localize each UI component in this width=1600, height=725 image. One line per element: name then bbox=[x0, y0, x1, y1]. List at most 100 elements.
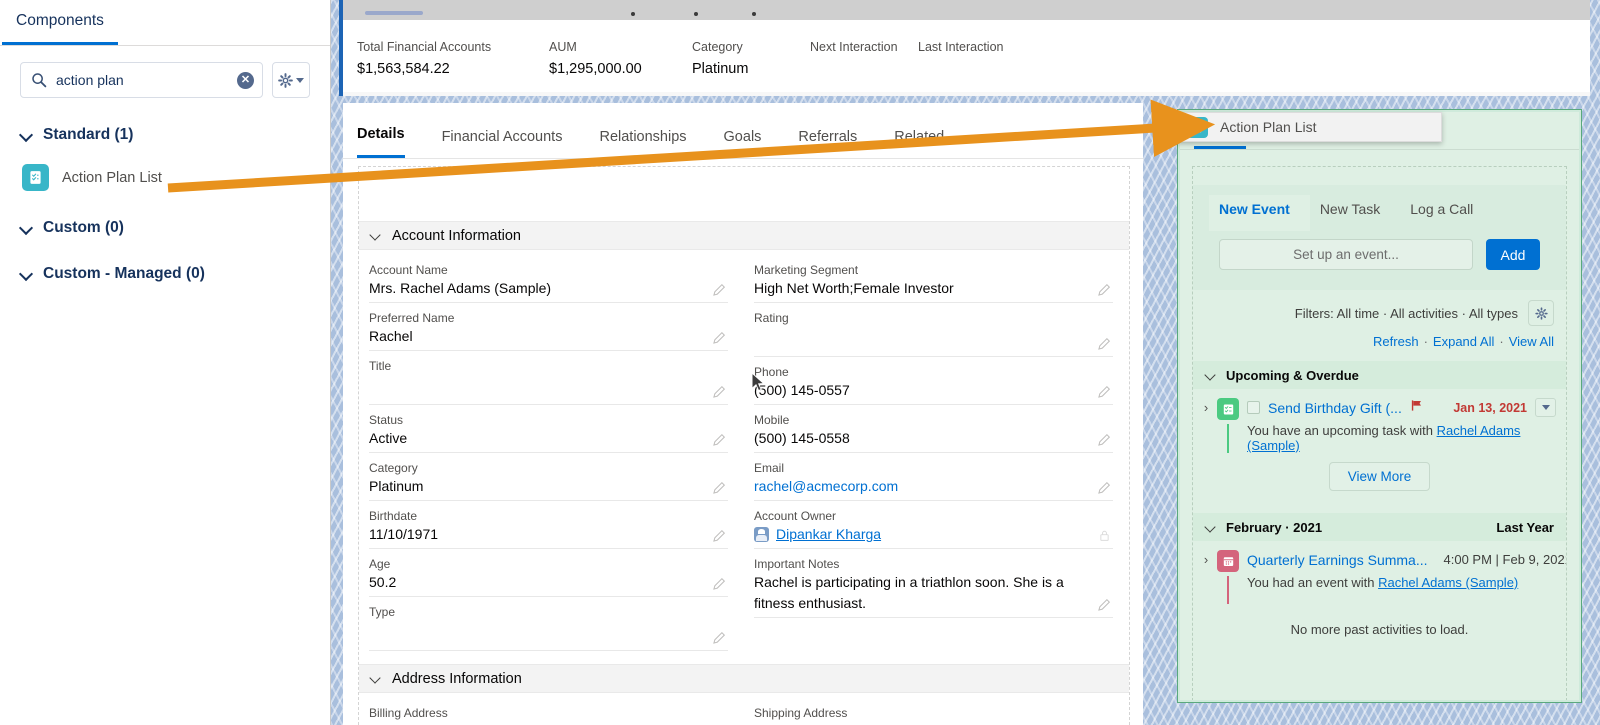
field-important-notes[interactable]: Important Notes Rachel is participating i… bbox=[754, 556, 1113, 618]
field-account-name[interactable]: Account Name Mrs. Rachel Adams (Sample) bbox=[369, 262, 728, 303]
section-header-1[interactable]: Custom (0) bbox=[20, 219, 310, 237]
chevron-down-icon bbox=[1205, 370, 1216, 381]
record-tab-related[interactable]: Related bbox=[894, 129, 944, 158]
view-more-button[interactable]: View More bbox=[1328, 462, 1431, 491]
field-preferred-name[interactable]: Preferred Name Rachel bbox=[369, 310, 728, 351]
edit-pencil-icon[interactable] bbox=[713, 385, 726, 398]
composer-tab-new-event[interactable]: New Event bbox=[1209, 195, 1310, 231]
activity-item-menu[interactable] bbox=[1535, 398, 1556, 417]
field-billing-address[interactable]: Billing Address San Francisco, CA 94103 bbox=[369, 705, 728, 725]
record-tab-financial-accounts[interactable]: Financial Accounts bbox=[442, 129, 563, 158]
activity-link-view-all[interactable]: View All bbox=[1509, 334, 1554, 349]
flag-icon bbox=[1410, 399, 1423, 417]
field-label: Preferred Name bbox=[369, 311, 455, 325]
edit-pencil-icon[interactable] bbox=[713, 331, 726, 344]
activity-item-title[interactable]: Send Birthday Gift (... bbox=[1268, 400, 1402, 416]
field-age[interactable]: Age 50.2 bbox=[369, 556, 728, 597]
activity-drop-zone[interactable]: ActivityChatter New EventNew TaskLog a C… bbox=[1177, 109, 1582, 703]
highlight-field-4: Last Interaction bbox=[918, 40, 1038, 92]
field-status[interactable]: Status Active bbox=[369, 412, 728, 453]
field-value[interactable]: San Francisco, CA 94103 bbox=[369, 721, 728, 725]
section-header-2[interactable]: Custom - Managed (0) bbox=[20, 265, 310, 283]
field-value: (500) 145-0557 bbox=[754, 382, 850, 398]
drag-ghost-label: Action Plan List bbox=[1220, 119, 1317, 135]
record-tab-goals[interactable]: Goals bbox=[724, 129, 762, 158]
field-marketing-segment[interactable]: Marketing Segment High Net Worth;Female I… bbox=[754, 262, 1113, 303]
activity-groups: Upcoming & Overdue › Send Birthday Gift (.… bbox=[1193, 361, 1566, 637]
edit-pencil-icon[interactable] bbox=[1098, 433, 1111, 446]
chevron-down-icon bbox=[1541, 405, 1550, 410]
components-settings-button[interactable] bbox=[272, 62, 310, 98]
highlights-top-strip bbox=[343, 0, 1590, 20]
section-header-account-information[interactable]: Account Information bbox=[359, 221, 1129, 250]
highlight-value: $1,295,000.00 bbox=[549, 61, 642, 77]
edit-pencil-icon[interactable] bbox=[713, 283, 726, 296]
section-header-0[interactable]: Standard (1) bbox=[20, 126, 310, 144]
event-input[interactable]: Set up an event... bbox=[1219, 239, 1473, 270]
field-rating[interactable]: Rating bbox=[754, 310, 1113, 357]
record-tab-details[interactable]: Details bbox=[357, 126, 405, 158]
edit-pencil-icon[interactable] bbox=[1098, 283, 1111, 296]
field-type[interactable]: Type bbox=[369, 604, 728, 651]
edit-pencil-icon[interactable] bbox=[713, 481, 726, 494]
field-phone[interactable]: Phone (500) 145-0557 bbox=[754, 364, 1113, 405]
field-title[interactable]: Title bbox=[369, 358, 728, 405]
highlight-field-3: Next Interaction bbox=[810, 40, 918, 92]
field-label: Shipping Address bbox=[754, 706, 848, 720]
activity-icon-column bbox=[1213, 398, 1243, 453]
activity-filter-button[interactable] bbox=[1528, 300, 1554, 326]
add-event-button[interactable]: Add bbox=[1486, 239, 1540, 270]
component-item-0[interactable]: Action Plan List bbox=[22, 164, 310, 191]
activity-group-header-1[interactable]: February · 2021 Last Year bbox=[1193, 513, 1566, 541]
highlight-label: Total Financial Accounts bbox=[357, 40, 492, 54]
composer-tab-log-a-call[interactable]: Log a Call bbox=[1400, 195, 1493, 231]
field-mobile[interactable]: Mobile (500) 145-0558 bbox=[754, 412, 1113, 453]
field-birthdate[interactable]: Birthdate 11/10/1971 bbox=[369, 508, 728, 549]
field-email[interactable]: Email rachel@acmecorp.com bbox=[754, 460, 1113, 501]
activity-link-expand-all[interactable]: Expand All bbox=[1433, 334, 1494, 349]
field-account-owner[interactable]: Account Owner Dipankar Kharga bbox=[754, 508, 1113, 549]
record-tab-referrals[interactable]: Referrals bbox=[798, 129, 857, 158]
activity-checkbox[interactable] bbox=[1247, 401, 1260, 414]
edit-pencil-icon[interactable] bbox=[1098, 481, 1111, 494]
activity-link-refresh[interactable]: Refresh bbox=[1373, 334, 1419, 349]
field-shipping-address[interactable]: Shipping Address San Francisco, CA 94108 bbox=[754, 705, 1113, 725]
field-value: Platinum bbox=[369, 478, 424, 494]
activity-footer-text: No more past activities to load. bbox=[1290, 622, 1469, 637]
owner-name[interactable]: Dipankar Kharga bbox=[776, 524, 881, 545]
edit-pencil-icon[interactable] bbox=[1098, 385, 1111, 398]
edit-pencil-icon[interactable] bbox=[713, 577, 726, 590]
account-information-fields: Account Name Mrs. Rachel Adams (Sample) Pr… bbox=[359, 250, 1129, 658]
edit-pencil-icon[interactable] bbox=[713, 529, 726, 542]
field-value[interactable]: Dipankar Kharga bbox=[754, 524, 1113, 545]
field-category[interactable]: Category Platinum bbox=[369, 460, 728, 501]
edit-pencil-icon[interactable] bbox=[1098, 598, 1111, 611]
field-value[interactable]: rachel@acmecorp.com bbox=[754, 476, 1113, 497]
activity-item-related-link[interactable]: Rachel Adams (Sample) bbox=[1378, 575, 1518, 590]
activity-expand-toggle[interactable]: › bbox=[1199, 398, 1213, 453]
edit-pencil-icon[interactable] bbox=[1098, 337, 1111, 350]
tab-components[interactable]: Components bbox=[2, 12, 118, 45]
activity-item-related-link[interactable]: Rachel Adams (Sample) bbox=[1247, 423, 1520, 453]
activity-item-title[interactable]: Quarterly Earnings Summa... bbox=[1247, 552, 1428, 568]
activity-item-subtitle: You have an upcoming task with Rachel Ad… bbox=[1247, 423, 1521, 453]
activity-item-1-0: › Quarterly Earnings Summa... 4:00 PM | Fe… bbox=[1193, 541, 1566, 604]
activity-expand-toggle[interactable]: › bbox=[1199, 550, 1213, 604]
highlight-value: $1,563,584.22 bbox=[357, 61, 450, 77]
drag-ghost-action-plan-list[interactable]: Action Plan List bbox=[1176, 112, 1442, 142]
field-value[interactable]: San Francisco, CA 94108 bbox=[754, 721, 1113, 725]
edit-pencil-icon[interactable] bbox=[713, 631, 726, 644]
search-input[interactable] bbox=[56, 72, 237, 88]
edit-pencil-icon[interactable] bbox=[713, 433, 726, 446]
record-tab-relationships[interactable]: Relationships bbox=[599, 129, 686, 158]
section-header-address-information[interactable]: Address Information bbox=[359, 664, 1129, 693]
section-title: Standard (1) bbox=[43, 126, 134, 143]
search-box[interactable]: ✕ bbox=[20, 62, 263, 98]
clear-search-icon[interactable]: ✕ bbox=[237, 71, 254, 89]
details-top-gap bbox=[359, 167, 1129, 221]
activity-group-header-0[interactable]: Upcoming & Overdue bbox=[1193, 361, 1566, 389]
activity-item-0-0: › Send Birthday Gift (... Jan 13, 2021 You … bbox=[1193, 389, 1566, 453]
component-sections: Standard (1) Action Plan List Custom (0) Cu… bbox=[0, 126, 330, 283]
field-value: Mrs. Rachel Adams (Sample) bbox=[369, 280, 552, 296]
composer-tab-new-task[interactable]: New Task bbox=[1310, 195, 1400, 231]
